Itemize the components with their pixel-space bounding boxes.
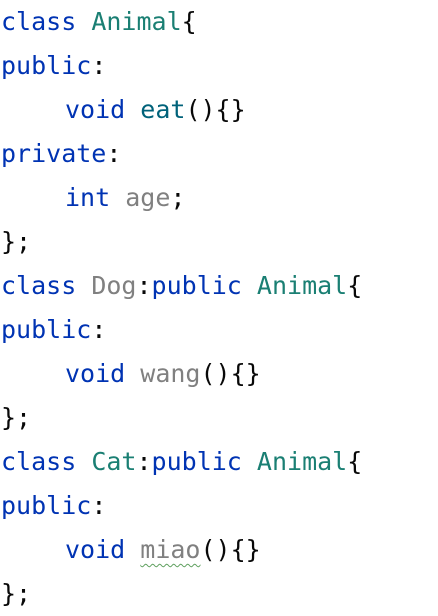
method-name-eat: eat (140, 95, 186, 124)
colon: : (91, 315, 107, 344)
keyword-public: public (151, 447, 242, 476)
base-class-animal: Animal (256, 271, 348, 300)
class-name-cat: Cat (91, 447, 137, 476)
base-class-animal: Animal (256, 447, 348, 476)
inheritance-colon: : (136, 271, 152, 300)
access-specifier-public: public (1, 315, 92, 344)
code-line-1: class Animal{ (1, 0, 197, 44)
class-name-animal: Animal (91, 7, 182, 36)
colon: : (91, 51, 107, 80)
code-line-3: void eat(){} (1, 88, 246, 132)
code-line-5: int age; (1, 176, 185, 220)
close-brace: }; (1, 227, 32, 256)
code-line-4: private: (1, 132, 121, 176)
colon: : (91, 491, 107, 520)
class-name-dog: Dog (91, 271, 137, 300)
open-brace: { (181, 7, 197, 36)
code-line-7: class Dog:public Animal{ (1, 264, 362, 308)
close-brace: }; (1, 579, 32, 608)
code-line-8: public: (1, 308, 106, 352)
code-line-6: }; (1, 220, 31, 264)
code-line-12: public: (1, 484, 106, 528)
keyword-class: class (1, 447, 77, 476)
type-int: int (65, 183, 111, 212)
method-body: (){} (200, 535, 261, 564)
keyword-public: public (151, 271, 242, 300)
type-void: void (65, 95, 126, 124)
field-name-age: age (125, 183, 171, 212)
keyword-class: class (1, 271, 77, 300)
code-line-14: }; (1, 572, 31, 616)
code-line-13: void miao(){} (1, 528, 261, 572)
inheritance-colon: : (136, 447, 152, 476)
method-name-wang: wang (140, 359, 201, 388)
close-brace: }; (1, 403, 32, 432)
access-specifier-private: private (1, 139, 107, 168)
code-editor[interactable]: class Animal{ public: void eat(){} priva… (0, 0, 438, 616)
code-line-10: }; (1, 396, 31, 440)
type-void: void (65, 535, 126, 564)
code-line-11: class Cat:public Animal{ (1, 440, 362, 484)
open-brace: { (347, 447, 363, 476)
method-body: (){} (185, 95, 246, 124)
open-brace: { (347, 271, 363, 300)
method-body: (){} (200, 359, 261, 388)
keyword-class: class (1, 7, 77, 36)
semicolon: ; (170, 183, 186, 212)
method-name-miao[interactable]: miao (140, 535, 200, 564)
access-specifier-public: public (1, 491, 92, 520)
code-line-9: void wang(){} (1, 352, 261, 396)
colon: : (106, 139, 122, 168)
code-line-2: public: (1, 44, 106, 88)
access-specifier-public: public (1, 51, 92, 80)
type-void: void (65, 359, 126, 388)
